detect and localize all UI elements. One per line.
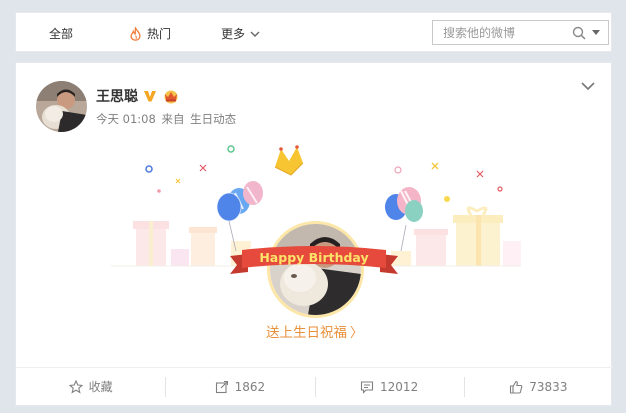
crown-icon <box>274 145 304 176</box>
repost-icon <box>215 380 228 393</box>
tab-all-label: 全部 <box>49 27 74 41</box>
tab-all[interactable]: 全部 <box>49 25 73 42</box>
comment-button[interactable]: 12012 <box>314 376 464 398</box>
weibo-post-card: 王思聪 今天 01:08 来自 生日动态 Happy Birthday 送上生日… <box>15 62 613 406</box>
search-dropdown-icon[interactable] <box>592 29 600 36</box>
source-prefix: 来自 <box>161 112 185 126</box>
tab-more[interactable]: 更多 <box>221 25 260 42</box>
ribbon-text: Happy Birthday <box>259 250 368 265</box>
avatar[interactable] <box>36 81 87 132</box>
send-wish-label[interactable]: 送上生日祝福 <box>266 325 347 341</box>
happy-birthday-ribbon: Happy Birthday <box>230 246 398 274</box>
search-input[interactable]: 搜索他的微博 <box>443 24 572 41</box>
post-meta: 今天 01:08 来自 生日动态 <box>96 111 238 127</box>
thumbs-up-icon <box>510 380 523 394</box>
comment-count: 12012 <box>380 379 419 394</box>
action-bar: 收藏 1862 12012 73833 <box>16 367 613 405</box>
avatar-photo <box>36 81 87 132</box>
like-count: 73833 <box>529 379 568 394</box>
balloon-left <box>216 181 263 252</box>
send-wish-link[interactable]: 送上生日祝福〉 <box>16 321 613 341</box>
like-button[interactable]: 73833 <box>463 376 613 398</box>
crown-badge-icon[interactable] <box>162 89 180 104</box>
post-time[interactable]: 今天 01:08 <box>96 112 156 126</box>
flame-icon <box>130 26 141 41</box>
search-icon[interactable] <box>572 26 586 40</box>
top-nav-bar: 全部 热门 更多 搜索他的微博 <box>15 12 612 52</box>
favorite-label: 收藏 <box>88 380 113 394</box>
star-icon <box>68 379 83 394</box>
verified-badge-icon[interactable] <box>143 89 157 103</box>
post-source[interactable]: 生日动态 <box>190 112 236 126</box>
chevron-right-icon: 〉 <box>349 326 363 341</box>
post-menu-chevron-icon[interactable] <box>581 81 595 91</box>
comment-icon <box>360 380 374 394</box>
favorite-button[interactable]: 收藏 <box>16 376 165 398</box>
repost-button[interactable]: 1862 <box>165 376 314 398</box>
author-name[interactable]: 王思聪 <box>96 86 138 106</box>
repost-count: 1862 <box>234 379 266 394</box>
search-box[interactable]: 搜索他的微博 <box>432 20 609 45</box>
chevron-down-icon <box>250 31 260 37</box>
tab-hot[interactable]: 热门 <box>129 25 171 42</box>
tab-more-label: 更多 <box>221 27 246 41</box>
tab-hot-label: 热门 <box>147 27 172 41</box>
